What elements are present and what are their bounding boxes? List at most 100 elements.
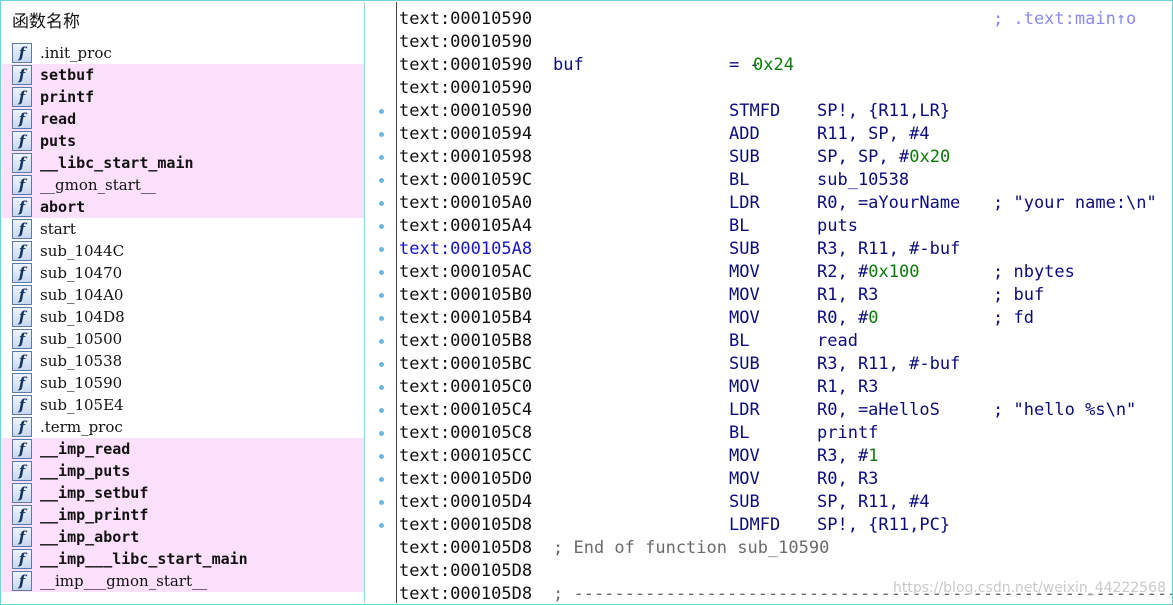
disasm-line[interactable]: text:000105D8 LDMFD SP!, {R11,PC} [397,514,1172,537]
function-name: printf [40,88,95,106]
function-item[interactable]: f __imp_puts [2,460,364,482]
disasm-line[interactable]: text:00010590 ; .text:main↑o [397,8,1172,31]
instruction-operands: SP!, {R11,PC} [817,515,951,535]
function-name: .init_proc [40,44,112,62]
disasm-line[interactable]: text:000105C8 BL printf [397,422,1172,445]
function-item[interactable]: f sub_104A0 [2,284,364,306]
line-address: text:000105C4 [399,400,533,420]
function-item[interactable]: f .term_proc [2,416,364,438]
flow-dot-icon [379,339,384,344]
function-icon: f [12,241,32,261]
functions-header: 函数名称 [12,12,80,32]
disasm-line[interactable]: text:00010590 [397,31,1172,54]
function-item[interactable]: f abort [2,196,364,218]
function-icon: f [12,439,32,459]
function-item[interactable]: f __imp_printf [2,504,364,526]
disasm-line[interactable]: text:0001059C BL sub_10538 [397,169,1172,192]
disasm-line[interactable]: text:000105AC MOV R2, #0x100 ; nbytes [397,261,1172,284]
function-name: __imp_abort [40,528,140,546]
instruction-operands: read [817,331,858,351]
function-item[interactable]: f sub_10590 [2,372,364,394]
disasm-line[interactable]: text:000105D0 MOV R0, R3 [397,468,1172,491]
line-address: text:00010598 [399,147,533,167]
disasm-line[interactable]: text:00010598 SUB SP, SP, #0x20 [397,146,1172,169]
disasm-line[interactable]: text:000105D4 SUB SP, R11, #4 [397,491,1172,514]
instruction-operands: R3, R11, #-buf [817,239,961,259]
instruction-mnemonic: SUB [729,492,760,512]
function-end-comment: ; End of function sub_10590 [553,538,830,558]
function-item[interactable]: f __imp_abort [2,526,364,548]
function-item[interactable]: f sub_104D8 [2,306,364,328]
function-name: __gmon_start__ [40,176,156,194]
line-address: text:000105AC [399,262,533,282]
function-item[interactable]: f __libc_start_main [2,152,364,174]
instruction-mnemonic: BL [729,216,750,236]
function-name: sub_105E4 [40,396,124,414]
instruction-operands: R3, # [817,446,869,466]
function-item[interactable]: f sub_10500 [2,328,364,350]
function-icon: f [12,417,32,437]
instruction-mnemonic: MOV [729,308,760,328]
line-address: text:000105D8 [399,561,533,581]
function-icon: f [12,175,32,195]
function-name: __libc_start_main [40,154,194,172]
function-item[interactable]: f __imp_read [2,438,364,460]
function-item[interactable]: f puts [2,130,364,152]
instruction-operands: R1, R3 [817,377,879,397]
instruction-mnemonic: MOV [729,469,760,489]
disasm-line[interactable]: text:000105C0 MOV R1, R3 [397,376,1172,399]
function-item[interactable]: f sub_105E4 [2,394,364,416]
function-name: setbuf [40,66,95,84]
function-item[interactable]: f sub_10470 [2,262,364,284]
flow-dot-icon [379,178,384,183]
disasm-line[interactable]: text:00010590 [397,77,1172,100]
instruction-mnemonic: STMFD [729,101,781,121]
function-item[interactable]: f __gmon_start__ [2,174,364,196]
function-icon: f [12,549,32,569]
function-item[interactable]: f printf [2,86,364,108]
disasm-line[interactable]: text:000105C4 LDR R0, =aHelloS ; "hello %s\… [397,399,1172,422]
disasm-line[interactable]: text:000105A0 LDR R0, =aYourName ; "your na… [397,192,1172,215]
flow-dot-icon [379,454,384,459]
instruction-operands: R1, R3 [817,285,879,305]
function-item[interactable]: f .init_proc [2,42,364,64]
line-comment: ; "your name:\n" [993,193,1157,213]
instruction-operands: R0, =aYourName [817,193,961,213]
disasm-line[interactable]: text:00010590 buf = -0x24 [397,54,1172,77]
function-icon: f [12,373,32,393]
line-address: text:00010590 [399,32,533,52]
function-icon: f [12,65,32,85]
line-address: text:000105CC [399,446,533,466]
function-item[interactable]: f read [2,108,364,130]
function-item[interactable]: f sub_10538 [2,350,364,372]
disasm-line[interactable]: text:00010590 STMFD SP!, {R11,LR} [397,100,1172,123]
function-item[interactable]: f setbuf [2,64,364,86]
function-item[interactable]: f start [2,218,364,240]
disasm-line[interactable]: text:000105D8 ; End of function sub_10590 [397,537,1172,560]
disasm-line[interactable]: text:000105B8 BL read [397,330,1172,353]
disasm-line[interactable]: text:000105CC MOV R3, #1 [397,445,1172,468]
flow-dot-icon [379,109,384,114]
immediate-value: 0x20 [909,147,951,167]
disasm-line[interactable]: text:00010594 ADD R11, SP, #4 [397,123,1172,146]
instruction-operands: sub_10538 [817,170,910,190]
function-item[interactable]: f __imp_setbuf [2,482,364,504]
disasm-line[interactable]: text:000105BC SUB R3, R11, #-buf [397,353,1172,376]
function-icon: f [12,285,32,305]
flow-dot-icon [379,201,384,206]
line-address: text:000105D0 [399,469,533,489]
disasm-line[interactable]: text:000105A4 BL puts [397,215,1172,238]
function-name: sub_10470 [40,264,123,282]
disasm-line[interactable]: text:000105B4 MOV R0, #0 ; fd [397,307,1172,330]
disassembly-view[interactable]: text:00010590; .text:main↑o text:00010590… [396,2,1172,603]
flow-dot-icon [379,362,384,367]
function-icon: f [12,329,32,349]
disasm-line[interactable]: text:000105A8 SUB R3, R11, #-buf [397,238,1172,261]
function-item[interactable]: f __imp___libc_start_main [2,548,364,570]
function-item[interactable]: f sub_1044C [2,240,364,262]
function-item[interactable]: f __imp___gmon_start__ [2,570,364,592]
instruction-mnemonic: BL [729,170,750,190]
disasm-line[interactable]: text:000105B0 MOV R1, R3 ; buf [397,284,1172,307]
instruction-mnemonic: MOV [729,285,760,305]
function-name: __imp_read [40,440,131,458]
